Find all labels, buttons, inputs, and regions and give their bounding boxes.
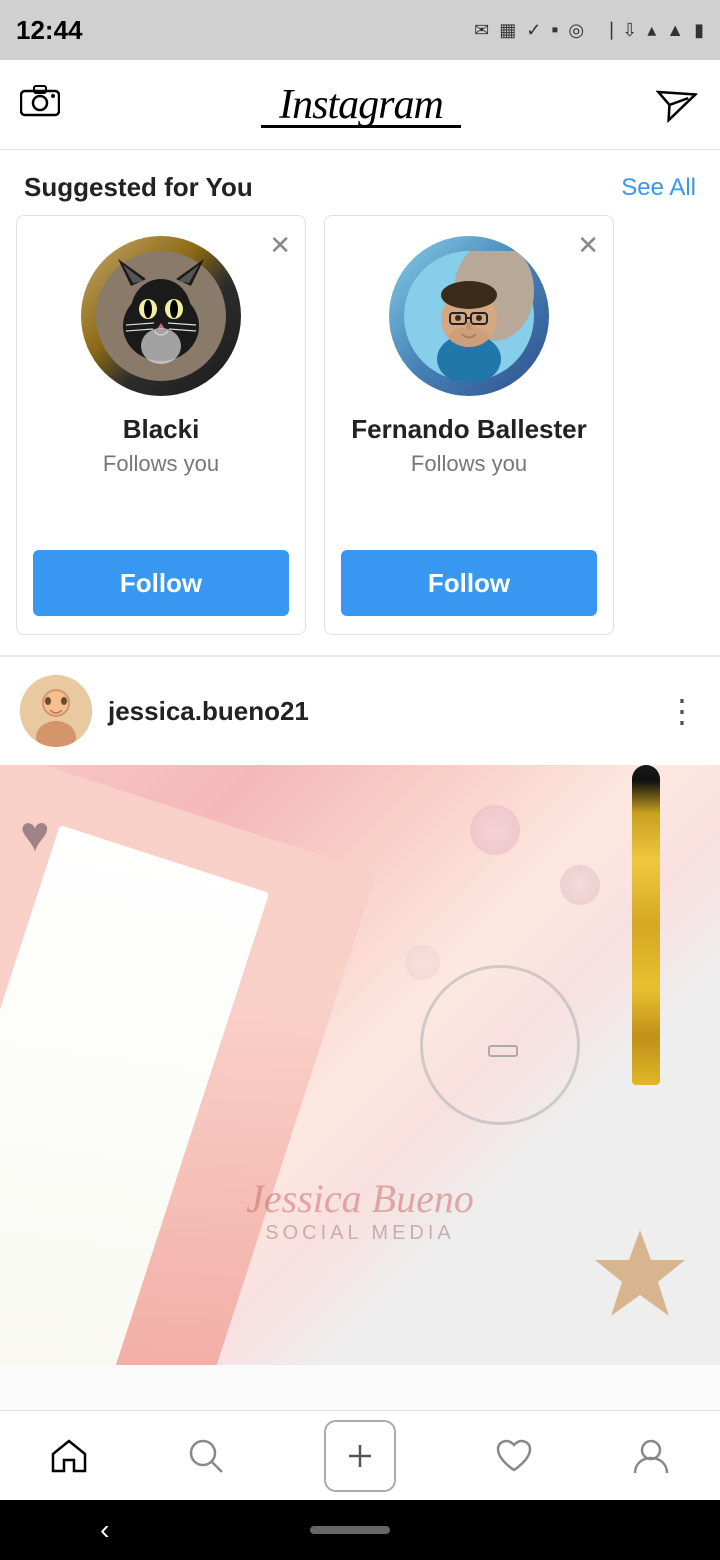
android-nav: ‹	[0, 1500, 720, 1560]
message-icon: ✉	[474, 20, 489, 41]
nav-home[interactable]	[50, 1438, 88, 1474]
post-user-info: jessica.bueno21	[20, 675, 309, 747]
suggested-header: Suggested for You See All	[0, 150, 720, 215]
follow-button-1[interactable]: Follow	[33, 550, 289, 616]
follow-button-2[interactable]: Follow	[341, 550, 597, 616]
suggestion-name-2: Fernando Ballester	[351, 414, 587, 445]
app-header: Instagram	[0, 60, 720, 150]
charm	[488, 1045, 518, 1057]
check-icon: ✓	[526, 20, 541, 41]
gem-3	[405, 945, 440, 980]
gold-pen	[632, 765, 660, 1085]
suggestion-card-1: ✕	[16, 215, 306, 635]
post-username[interactable]: jessica.bueno21	[108, 696, 309, 727]
close-button-1[interactable]: ✕	[269, 230, 291, 261]
suggestion-name-1: Blacki	[123, 414, 200, 445]
battery-icon: ▮	[694, 20, 704, 41]
bottom-nav	[0, 1410, 720, 1500]
wifi-icon: ▴	[647, 20, 656, 41]
avatar-image-cat	[81, 236, 241, 396]
suggested-scroll: ✕	[0, 215, 720, 655]
status-icons: ✉ ▦ ✓ ▪ ◎ ⎹ ⇩ ▴ ▲ ▮	[474, 19, 704, 42]
star-decoration	[590, 1225, 690, 1325]
post-image: Jessica Bueno Social Media ♥	[0, 765, 720, 1365]
status-time: 12:44	[16, 15, 83, 46]
suggestion-card-2: ✕	[324, 215, 614, 635]
nav-likes[interactable]	[495, 1438, 533, 1474]
camera-icon[interactable]	[20, 83, 60, 126]
heart-decoration: ♥	[20, 805, 50, 863]
avatar-image-person	[389, 236, 549, 396]
nav-profile[interactable]	[632, 1437, 670, 1475]
gem-2	[560, 865, 600, 905]
avatar-blacki	[81, 236, 241, 396]
post-avatar[interactable]	[20, 675, 92, 747]
photo-icon: ▦	[499, 20, 516, 41]
suggested-title: Suggested for You	[24, 172, 253, 203]
nav-search[interactable]	[187, 1437, 225, 1475]
vibrate-icon: ⎹	[594, 20, 612, 41]
status-bar: 12:44 ✉ ▦ ✓ ▪ ◎ ⎹ ⇩ ▴ ▲ ▮	[0, 0, 720, 60]
gem-1	[470, 805, 520, 855]
bluetooth-icon: ◎	[568, 20, 584, 41]
home-pill[interactable]	[310, 1526, 390, 1534]
post-watermark-overlay: Jessica Bueno Social Media	[246, 1175, 474, 1245]
cast-icon: ▪	[551, 19, 558, 42]
watermark-subtitle: Social Media	[246, 1222, 474, 1245]
see-all-button[interactable]: See All	[621, 174, 696, 202]
add-button[interactable]	[324, 1420, 396, 1492]
back-button[interactable]: ‹	[100, 1514, 109, 1546]
app-title-wrap: Instagram	[261, 81, 461, 128]
post-1: jessica.bueno21 ⋮ Jessica Bueno Social M…	[0, 657, 720, 1365]
avatar-fernando	[389, 236, 549, 396]
watermark-name: Jessica Bueno	[246, 1175, 474, 1222]
direct-message-icon[interactable]	[656, 78, 706, 131]
close-button-2[interactable]: ✕	[577, 230, 599, 261]
suggestion-sub-2: Follows you	[411, 451, 527, 477]
network-icon: ▲	[666, 20, 684, 41]
post-more-options[interactable]: ⋮	[666, 692, 700, 730]
app-title: Instagram	[279, 81, 443, 129]
signal-icon: ⇩	[622, 20, 637, 41]
title-underline	[261, 125, 461, 128]
post-avatar-image	[20, 675, 92, 747]
suggestion-sub-1: Follows you	[103, 451, 219, 477]
post-header: jessica.bueno21 ⋮	[0, 657, 720, 765]
nav-add[interactable]	[324, 1420, 396, 1492]
